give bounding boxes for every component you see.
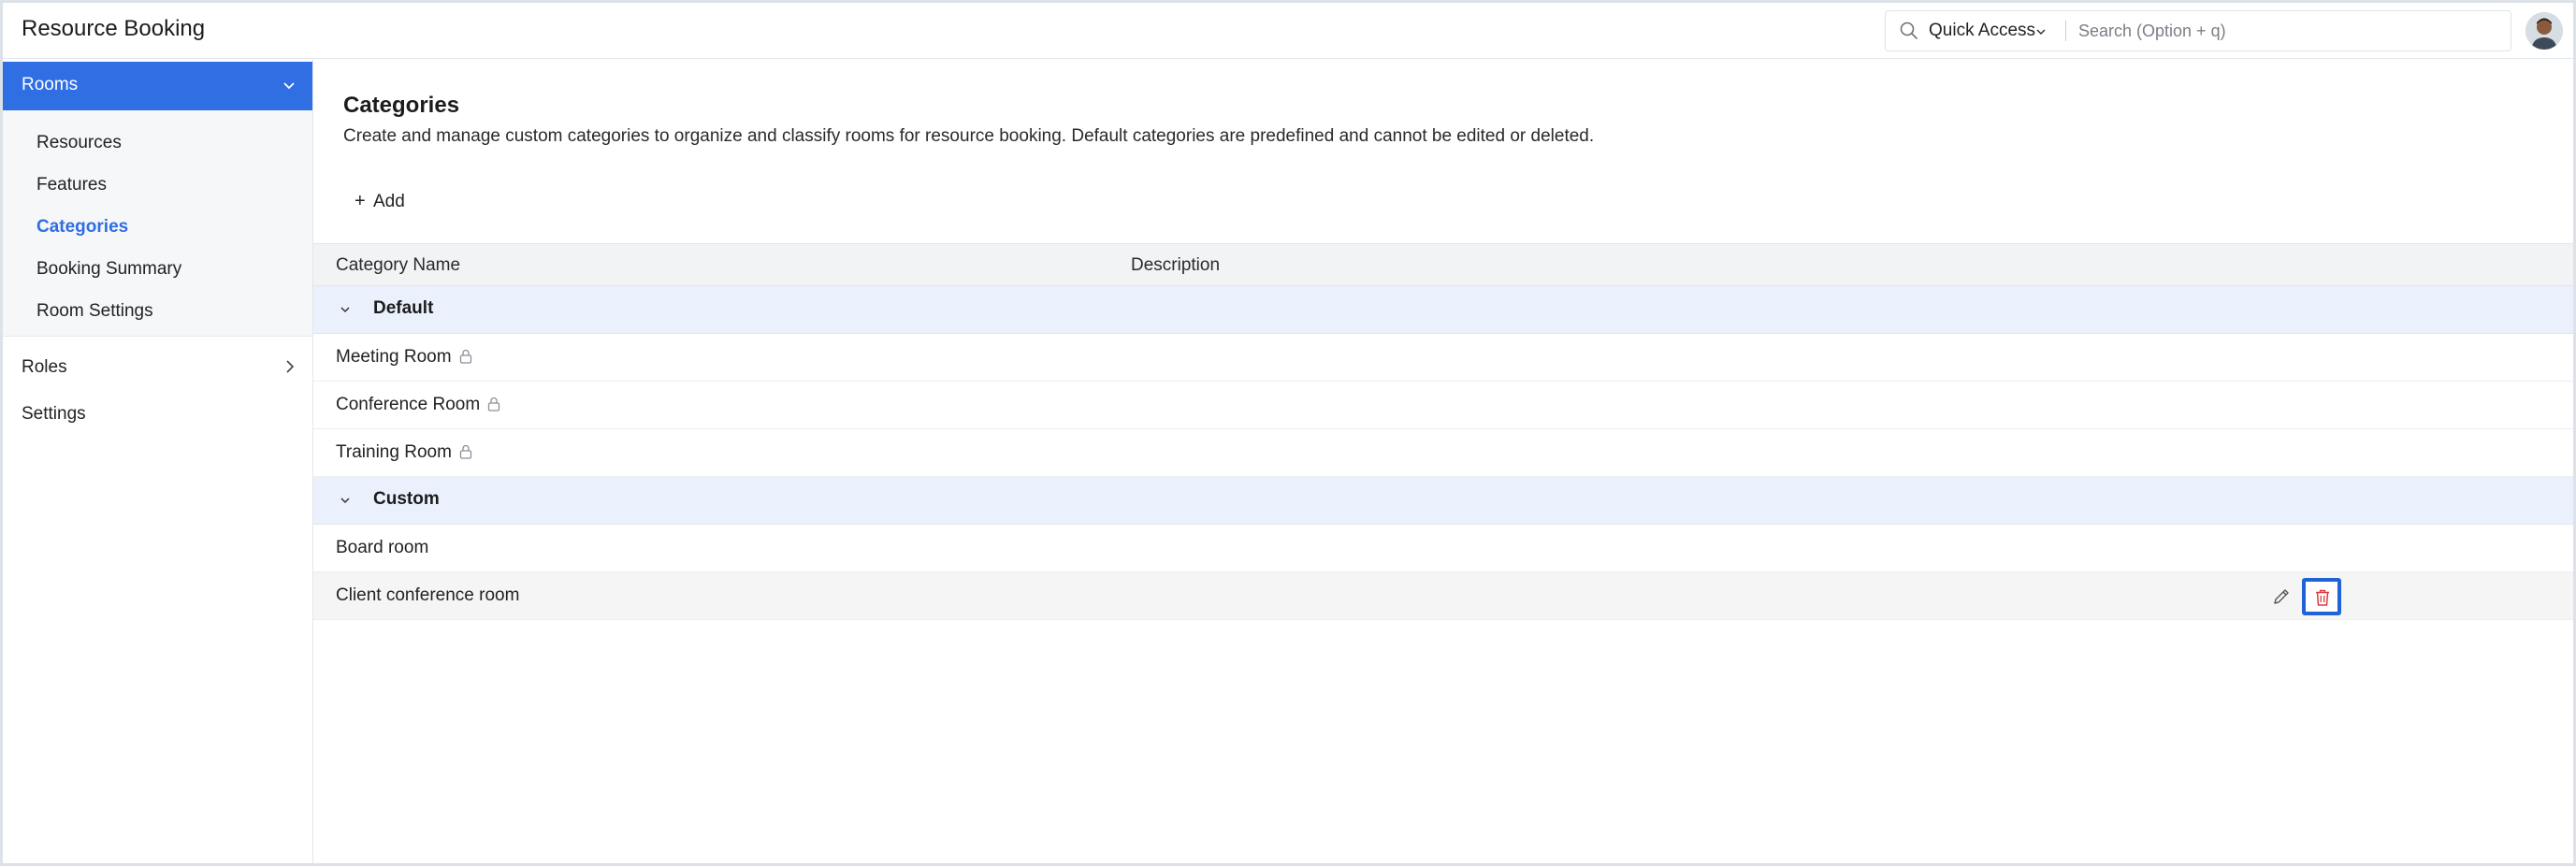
sidebar-item-booking-summary[interactable]: Booking Summary: [36, 259, 181, 280]
column-header-category-name[interactable]: Category Name: [336, 255, 460, 276]
category-name: Conference Room: [336, 395, 481, 414]
group-label: Custom: [373, 489, 440, 509]
global-search-bar[interactable]: Quick Access: [1885, 10, 2511, 51]
add-button-label: Add: [373, 192, 405, 211]
top-header: Resource Booking Quick Access: [3, 3, 2573, 59]
row-actions: [2271, 578, 2355, 615]
lock-icon: [459, 349, 471, 364]
category-name: Meeting Room: [336, 347, 452, 367]
sidebar: Rooms Resources Features Categories Book…: [3, 59, 313, 863]
category-name-cell: Conference Room: [336, 395, 500, 415]
table-row[interactable]: Client conference room: [313, 572, 2573, 620]
page-description: Create and manage custom categories to o…: [343, 126, 1595, 146]
pencil-icon[interactable]: [2271, 586, 2292, 607]
trash-icon: [2316, 589, 2329, 606]
category-name: Training Room: [336, 442, 452, 462]
main-content: Categories Create and manage custom cate…: [313, 59, 2573, 863]
search-icon: [1900, 22, 1918, 39]
column-header-description[interactable]: Description: [1131, 255, 1220, 276]
category-name: Board room: [336, 538, 429, 557]
category-name: Client conference room: [336, 585, 520, 605]
sidebar-item-roles[interactable]: Roles: [22, 357, 67, 378]
user-avatar[interactable]: [2525, 12, 2563, 50]
sidebar-item-categories[interactable]: Categories: [36, 217, 128, 238]
delete-button[interactable]: [2302, 578, 2341, 615]
table-row[interactable]: Training Room: [313, 429, 2573, 477]
group-row-default[interactable]: Default: [313, 286, 2573, 334]
group-row-custom[interactable]: Custom: [313, 477, 2573, 525]
search-divider: [2065, 21, 2066, 41]
table-row[interactable]: Meeting Room: [313, 334, 2573, 382]
lock-icon: [459, 444, 472, 459]
plus-icon: +: [355, 191, 366, 211]
sidebar-item-settings[interactable]: Settings: [22, 404, 86, 425]
rooms-submenu: Resources Features Categories Booking Su…: [3, 110, 312, 337]
sidebar-item-features[interactable]: Features: [36, 175, 107, 195]
app-window: Resource Booking Quick Access Ro: [3, 3, 2573, 863]
lock-icon: [488, 397, 500, 411]
table-row[interactable]: Conference Room: [313, 382, 2573, 429]
app-title: Resource Booking: [22, 16, 206, 41]
table-row[interactable]: Board room: [313, 525, 2573, 572]
sidebar-item-resources[interactable]: Resources: [36, 133, 122, 153]
sidebar-item-label: Rooms: [22, 75, 79, 94]
chevron-right-icon[interactable]: [285, 359, 295, 374]
group-label: Default: [373, 298, 434, 318]
category-name-cell: Meeting Room: [336, 347, 472, 368]
sidebar-item-rooms[interactable]: Rooms: [3, 62, 312, 110]
chevron-down-icon: [283, 82, 295, 90]
chevron-down-icon[interactable]: [340, 305, 351, 314]
page-title: Categories: [343, 93, 460, 118]
sidebar-item-room-settings[interactable]: Room Settings: [36, 301, 153, 322]
quick-access-dropdown[interactable]: Quick Access: [1929, 21, 2035, 41]
chevron-down-icon[interactable]: [2035, 26, 2047, 37]
table-header: Category Name Description: [313, 243, 2573, 286]
avatar-image: [2525, 12, 2563, 50]
chevron-down-icon[interactable]: [340, 496, 351, 505]
category-name-cell: Training Room: [336, 442, 472, 463]
search-input[interactable]: [2078, 17, 2490, 45]
